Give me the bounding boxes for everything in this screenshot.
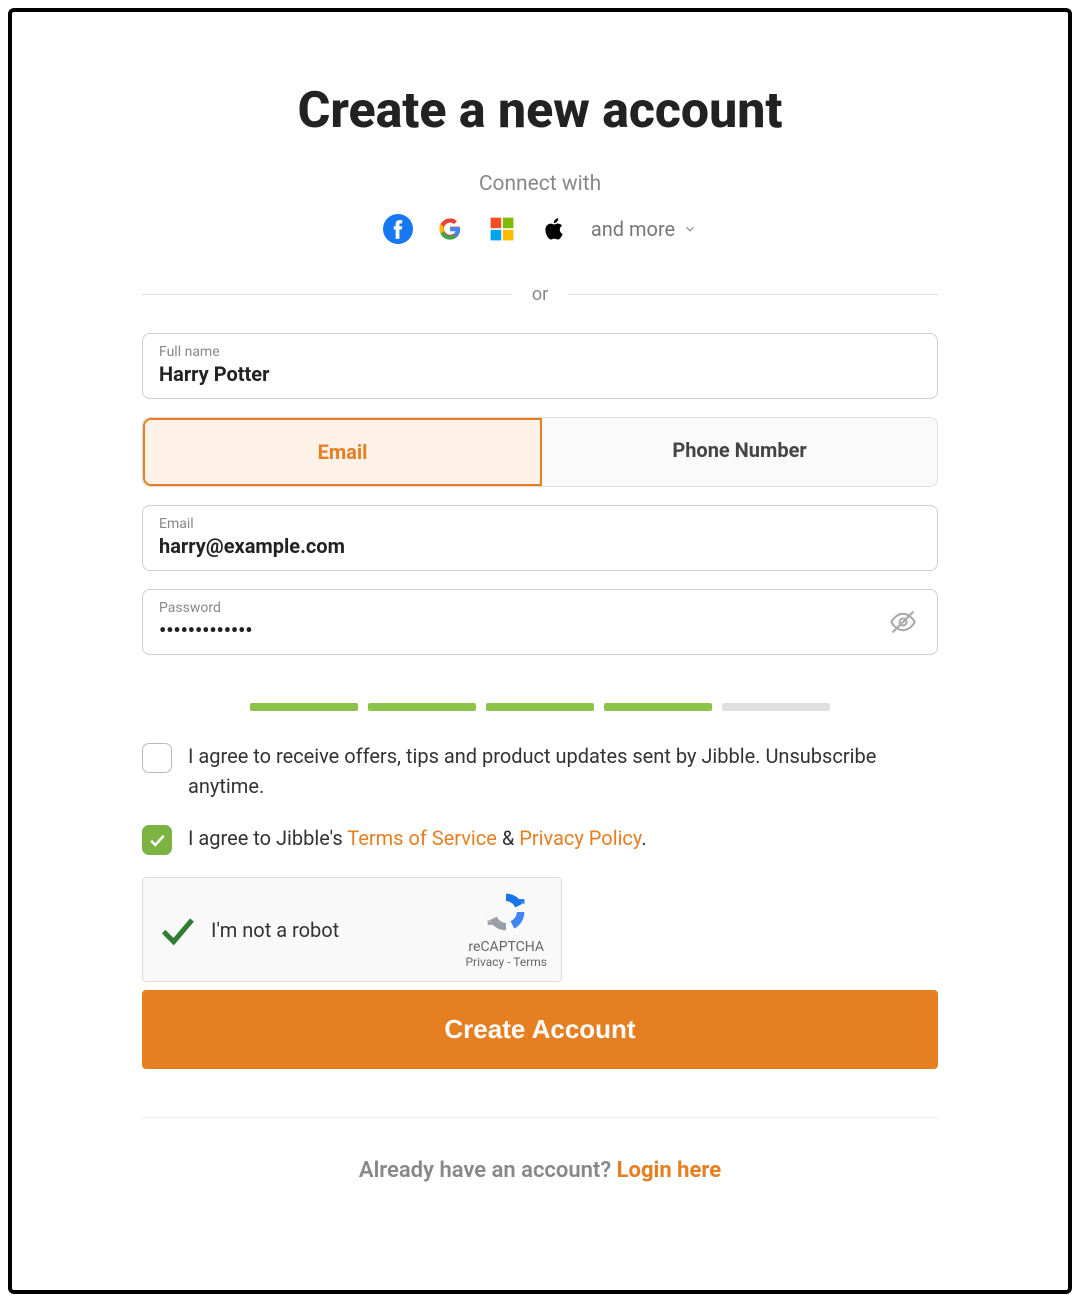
social-login-row: and more: [142, 214, 938, 244]
password-value: •••••••••••••: [159, 618, 921, 642]
login-here-link[interactable]: Login here: [617, 1158, 721, 1183]
recaptcha-label: I'm not a robot: [211, 918, 451, 942]
marketing-consent-checkbox[interactable]: [142, 743, 172, 773]
strength-seg-1: [250, 703, 358, 711]
email-label: Email: [159, 516, 921, 532]
strength-seg-2: [368, 703, 476, 711]
contact-method-tabs: Email Phone Number: [142, 417, 938, 487]
tab-phone[interactable]: Phone Number: [542, 418, 937, 486]
footer-divider: [142, 1117, 938, 1118]
recaptcha-widget[interactable]: I'm not a robot reCAPTCHA Privacy - Term…: [142, 877, 562, 982]
facebook-icon[interactable]: [383, 214, 413, 244]
email-value: harry@example.com: [159, 534, 921, 558]
or-divider: or: [142, 284, 938, 305]
recaptcha-badge: reCAPTCHA Privacy - Terms: [465, 890, 547, 969]
terms-of-service-link[interactable]: Terms of Service: [347, 826, 497, 850]
more-providers-dropdown[interactable]: and more: [591, 217, 697, 241]
strength-seg-3: [486, 703, 594, 711]
apple-icon[interactable]: [539, 214, 569, 244]
marketing-consent-row: I agree to receive offers, tips and prod…: [142, 741, 938, 801]
marketing-consent-text: I agree to receive offers, tips and prod…: [188, 741, 938, 801]
strength-seg-5: [722, 703, 830, 711]
password-strength-meter: [142, 703, 938, 711]
terms-consent-checkbox[interactable]: [142, 825, 172, 855]
tab-email[interactable]: Email: [143, 418, 542, 486]
email-field[interactable]: Email harry@example.com: [142, 505, 938, 571]
full-name-field[interactable]: Full name Harry Potter: [142, 333, 938, 399]
page-title: Create a new account: [142, 82, 938, 140]
google-icon[interactable]: [435, 214, 465, 244]
chevron-down-icon: [683, 222, 697, 236]
create-account-button[interactable]: Create Account: [142, 990, 938, 1069]
full-name-value: Harry Potter: [159, 362, 921, 386]
recaptcha-logo-icon: [484, 890, 528, 934]
password-field[interactable]: Password •••••••••••••: [142, 589, 938, 655]
privacy-policy-link[interactable]: Privacy Policy: [519, 826, 641, 850]
terms-consent-text: I agree to Jibble's Terms of Service & P…: [188, 823, 647, 855]
terms-consent-row: I agree to Jibble's Terms of Service & P…: [142, 823, 938, 855]
more-providers-label: and more: [591, 217, 675, 241]
password-label: Password: [159, 600, 921, 616]
microsoft-icon[interactable]: [487, 214, 517, 244]
strength-seg-4: [604, 703, 712, 711]
toggle-password-visibility-icon[interactable]: [889, 608, 917, 636]
footer-login-prompt: Already have an account? Login here: [142, 1158, 938, 1183]
recaptcha-check-icon: [157, 910, 197, 950]
full-name-label: Full name: [159, 344, 921, 360]
connect-with-label: Connect with: [142, 172, 938, 196]
